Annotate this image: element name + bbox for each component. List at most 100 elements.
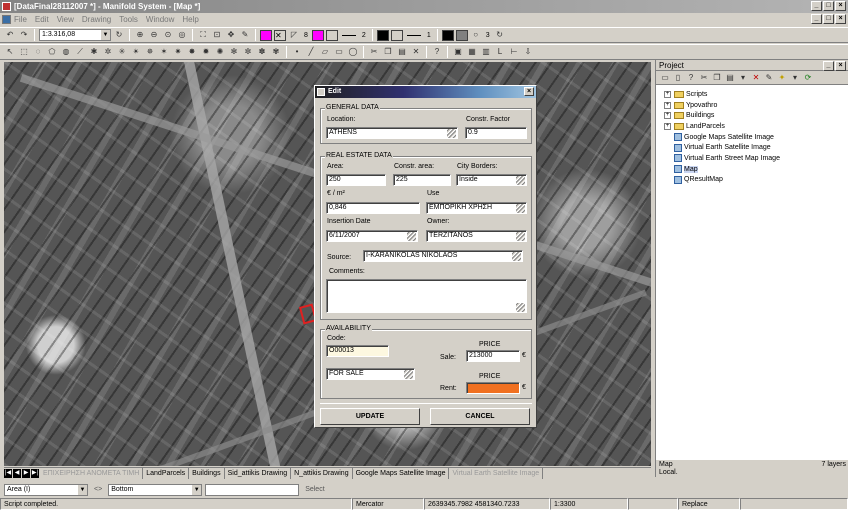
maximize-button[interactable]: □: [823, 1, 834, 11]
insertion-date-field[interactable]: 6/11/2007: [326, 230, 418, 242]
value-input[interactable]: [205, 483, 300, 496]
constr-factor-field[interactable]: 0.9: [465, 127, 527, 139]
select-contain-icon[interactable]: ✲: [102, 46, 114, 58]
copy-icon[interactable]: ❐: [712, 72, 722, 84]
panel-close-button[interactable]: ×: [835, 61, 846, 71]
select-box-icon[interactable]: ⬚: [18, 46, 30, 58]
expand-icon[interactable]: +: [664, 90, 671, 98]
owner-field[interactable]: TERZITANOS: [426, 230, 527, 242]
save-icon[interactable]: ▣: [452, 46, 464, 58]
sale-price-field[interactable]: 213000: [466, 350, 520, 362]
open-component-icon[interactable]: ▯: [673, 72, 683, 84]
city-borders-field[interactable]: Inside: [456, 174, 527, 186]
select-arrow-icon[interactable]: ↖: [4, 46, 16, 58]
label-icon[interactable]: L: [494, 46, 506, 58]
insert-line-icon[interactable]: ╱: [305, 46, 317, 58]
tab-landparcels[interactable]: LandParcels: [143, 468, 190, 479]
paste-icon[interactable]: ▤: [396, 46, 408, 58]
select-cover-icon[interactable]: ✽: [256, 46, 268, 58]
point-shape-icon[interactable]: ○: [470, 29, 482, 41]
select-adjacent-icon[interactable]: ✳: [116, 46, 128, 58]
menu-drawing[interactable]: Drawing: [82, 15, 111, 24]
area-field[interactable]: 250: [326, 174, 386, 186]
last-tab-icon[interactable]: ▶|: [31, 469, 39, 478]
border-color-swatch[interactable]: [376, 29, 389, 41]
operator-button[interactable]: <>: [91, 484, 105, 496]
undo-icon[interactable]: ↶: [4, 29, 16, 41]
point-color-swatch[interactable]: [441, 29, 454, 41]
line-style-swatch[interactable]: [325, 29, 338, 41]
use-field[interactable]: ΕΜΠΟΡΙΚΗ ΧΡΗΣΗ: [426, 202, 527, 214]
scale-select[interactable]: 1:3.316,08 ▼: [39, 29, 111, 41]
tree-item-scripts[interactable]: + Scripts: [664, 89, 848, 100]
tree-item-virtual-earth-satellite[interactable]: Virtual Earth Satellite Image: [664, 142, 848, 153]
tab-google-maps[interactable]: Google Maps Satellite Image: [353, 468, 450, 479]
delete-icon[interactable]: ✕: [751, 72, 761, 84]
close-button[interactable]: ×: [835, 1, 846, 11]
select-within-icon[interactable]: ✵: [144, 46, 156, 58]
table-icon[interactable]: ▦: [466, 46, 478, 58]
pencil-icon[interactable]: ✎: [239, 29, 251, 41]
delete-icon[interactable]: ✕: [410, 46, 422, 58]
select-radius-icon[interactable]: ◍: [60, 46, 72, 58]
pan-icon[interactable]: ✥: [225, 29, 237, 41]
cancel-button[interactable]: CANCEL: [430, 408, 530, 425]
select-area-icon[interactable]: ✾: [270, 46, 282, 58]
location-field[interactable]: ATHENS: [326, 127, 458, 139]
star-icon[interactable]: ✦: [777, 72, 787, 84]
shape-icon[interactable]: ◸: [288, 29, 300, 41]
refresh-icon[interactable]: ⟳: [803, 72, 813, 84]
status-field[interactable]: FOR SALE: [326, 368, 415, 380]
source-field[interactable]: I-KARANIKOLAS NIKOLAOS: [363, 250, 523, 262]
menu-window[interactable]: Window: [146, 15, 174, 24]
select-inverse-icon[interactable]: ✶: [158, 46, 170, 58]
next-tab-icon[interactable]: ▶: [22, 469, 30, 478]
zoom-out-icon[interactable]: ⊖: [148, 29, 160, 41]
paste-icon[interactable]: ▤: [725, 72, 735, 84]
insert-circle-icon[interactable]: ◯: [347, 46, 359, 58]
select-nearest-icon[interactable]: ✴: [130, 46, 142, 58]
tool-icon[interactable]: ✎: [764, 72, 774, 84]
zoom-in-icon[interactable]: ⊕: [134, 29, 146, 41]
properties-icon[interactable]: ?: [686, 72, 696, 84]
menu-view[interactable]: View: [57, 15, 74, 24]
doc-restore-button[interactable]: □: [823, 14, 834, 24]
copy-icon[interactable]: ❐: [382, 46, 394, 58]
tree-item-virtual-earth-street[interactable]: Virtual Earth Street Map Image: [664, 153, 848, 164]
select-polygon-icon[interactable]: ⬠: [46, 46, 58, 58]
rent-price-field[interactable]: [466, 382, 520, 394]
expand-icon[interactable]: +: [664, 101, 671, 109]
doc-minimize-button[interactable]: _: [811, 14, 822, 24]
redo-icon[interactable]: ↷: [18, 29, 30, 41]
cut-icon[interactable]: ✂: [699, 72, 709, 84]
tab-sid-attikis[interactable]: Sid_attikis Drawing: [225, 468, 292, 479]
download-icon[interactable]: ⇩: [522, 46, 534, 58]
tab-buildings[interactable]: Buildings: [189, 468, 225, 479]
field-select[interactable]: Area (I) ▼: [4, 483, 88, 496]
price-per-m2-field[interactable]: 0,846: [326, 202, 420, 214]
border-style-swatch[interactable]: [390, 29, 403, 41]
new-component-icon[interactable]: ▭: [660, 72, 670, 84]
constr-area-field[interactable]: 225: [393, 174, 451, 186]
layout-icon[interactable]: ▥: [480, 46, 492, 58]
insert-area-icon[interactable]: ▱: [319, 46, 331, 58]
chevron-down-icon[interactable]: ▾: [738, 72, 748, 84]
tree-item-buildings[interactable]: + Buildings: [664, 110, 848, 121]
expand-icon[interactable]: +: [664, 122, 671, 130]
no-fill-swatch[interactable]: ✕: [274, 29, 286, 41]
tree-item-landparcels[interactable]: + LandParcels: [664, 121, 848, 132]
select-button[interactable]: Select: [302, 484, 327, 496]
zoom-selection-icon[interactable]: ⊡: [211, 29, 223, 41]
doc-close-button[interactable]: ×: [835, 14, 846, 24]
first-tab-icon[interactable]: |◀: [4, 469, 12, 478]
tab-query-layer[interactable]: ΕΠΙΧΕΙΡΗΣΗ ΑΝΟΜΕΤΑ ΤΙΜΗ: [40, 468, 144, 479]
menu-tools[interactable]: Tools: [119, 15, 138, 24]
cut-icon[interactable]: ✂: [368, 46, 380, 58]
point-background-swatch[interactable]: [455, 29, 468, 41]
line-color-swatch[interactable]: [311, 29, 324, 41]
document-icon[interactable]: [2, 15, 11, 24]
minimize-button[interactable]: _: [811, 1, 822, 11]
menu-edit[interactable]: Edit: [35, 15, 49, 24]
refresh-icon[interactable]: ↻: [113, 29, 125, 41]
tab-virtual-earth[interactable]: Virtual Earth Satellite Image: [449, 468, 544, 479]
